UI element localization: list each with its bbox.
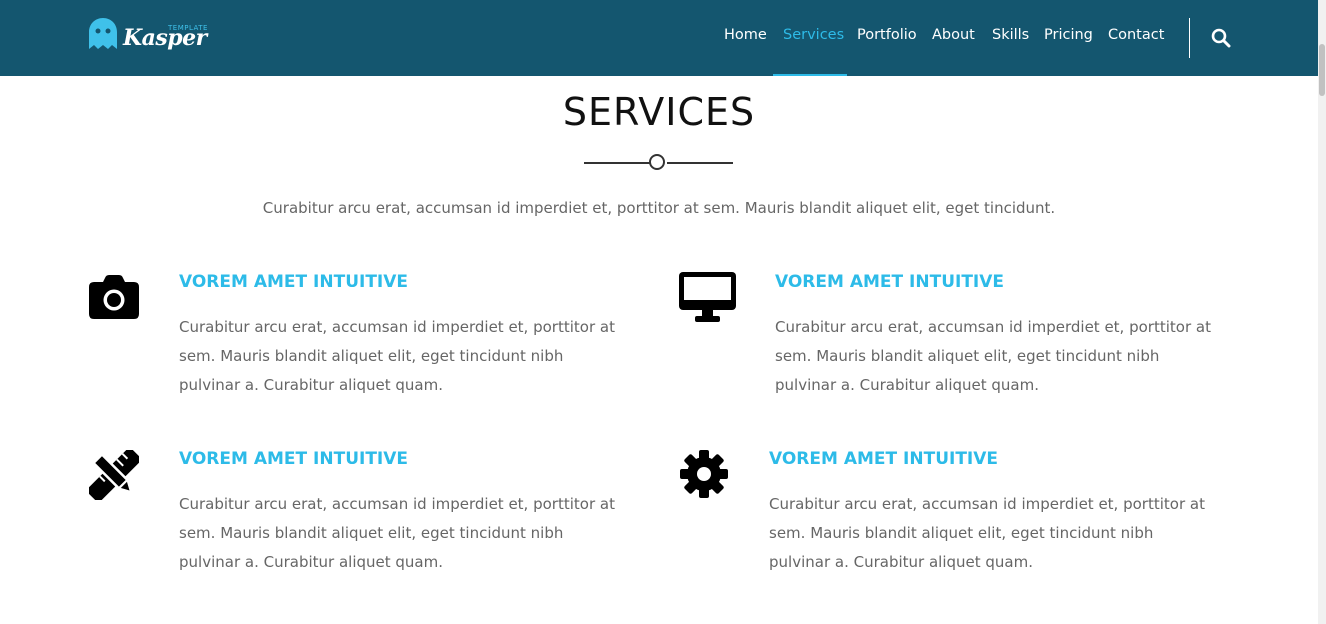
nav-home[interactable]: Home <box>724 27 767 43</box>
service-title: VOREM AMET INTUITIVE <box>775 272 1005 292</box>
service-text: Curabitur arcu erat, accumsan id imperdi… <box>179 495 615 571</box>
title-divider-right <box>667 162 733 164</box>
gear-icon <box>680 450 728 498</box>
scroll-thumb[interactable] <box>1319 44 1325 96</box>
section-title: SERVICES <box>562 90 756 134</box>
service-text: Curabitur arcu erat, accumsan id imperdi… <box>769 495 1205 571</box>
logo-word: Kasper <box>123 25 207 51</box>
ghost-logo-icon <box>89 18 117 49</box>
desktop-icon <box>679 272 736 322</box>
nav-portfolio[interactable]: Portfolio <box>857 27 917 43</box>
service-text: Curabitur arcu erat, accumsan id imperdi… <box>775 318 1211 394</box>
search-icon[interactable] <box>1211 28 1231 48</box>
active-nav-indicator <box>773 74 847 76</box>
title-divider-circle <box>649 154 665 170</box>
camera-icon <box>89 275 139 319</box>
title-divider-left <box>584 162 650 164</box>
section-subtitle: Curabitur arcu erat, accumsan id imperdi… <box>262 199 1056 217</box>
page: TEMPLATE Kasper Home Services Portfolio … <box>0 0 1326 624</box>
nav-skills[interactable]: Skills <box>992 27 1029 43</box>
nav-about[interactable]: About <box>932 27 975 43</box>
service-title: VOREM AMET INTUITIVE <box>179 449 409 469</box>
service-title: VOREM AMET INTUITIVE <box>179 272 409 292</box>
nav-contact[interactable]: Contact <box>1108 27 1164 43</box>
header: TEMPLATE Kasper Home Services Portfolio … <box>0 0 1318 76</box>
scrollbar[interactable] <box>1318 0 1326 624</box>
logo[interactable]: TEMPLATE Kasper <box>88 17 208 57</box>
nav-services[interactable]: Services <box>783 27 844 43</box>
service-text: Curabitur arcu erat, accumsan id imperdi… <box>179 318 615 394</box>
nav-pricing[interactable]: Pricing <box>1044 27 1093 43</box>
service-title: VOREM AMET INTUITIVE <box>769 449 999 469</box>
pencil-ruler-icon <box>89 450 139 500</box>
nav-divider <box>1189 18 1190 58</box>
